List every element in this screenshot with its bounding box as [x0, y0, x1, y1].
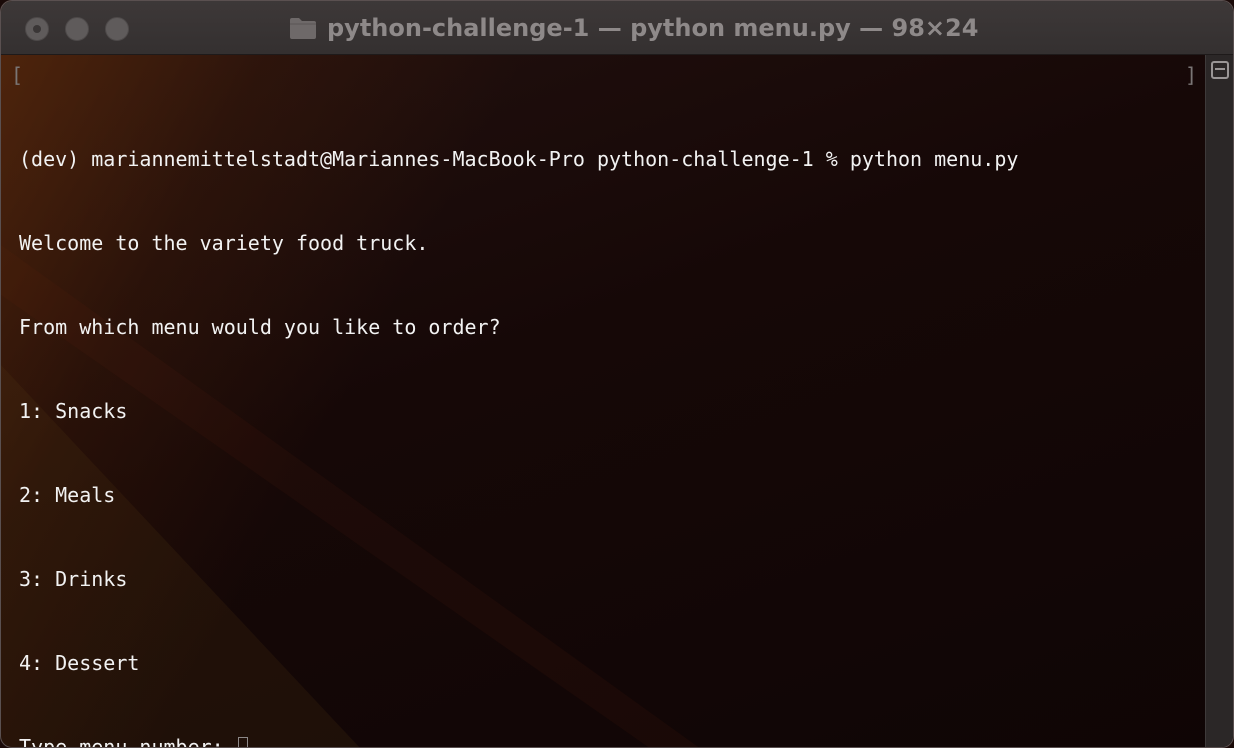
scrollbar-track[interactable] — [1205, 55, 1233, 747]
terminal-line: Welcome to the variety food truck. — [19, 231, 429, 255]
terminal-line: 3: Drinks — [19, 567, 128, 591]
terminal-line: 1: Snacks — [19, 399, 128, 423]
terminal-output[interactable]: [ (dev) mariannemittelstadt@Mariannes-Ma… — [11, 61, 1201, 747]
mark-bracket-right: ] — [1185, 63, 1198, 87]
window-title-text: python-challenge-1 — python menu.py — 98… — [327, 14, 979, 42]
input-prompt: Type menu number: — [19, 735, 236, 748]
close-window-button[interactable] — [25, 17, 49, 41]
terminal-line: 4: Dessert — [19, 651, 140, 675]
title-bar[interactable]: python-challenge-1 — python menu.py — 98… — [1, 1, 1233, 55]
terminal-line: 2: Meals — [19, 483, 116, 507]
terminal-line-command: (dev) mariannemittelstadt@Mariannes-MacB… — [19, 147, 1019, 171]
terminal-window: python-challenge-1 — python menu.py — 98… — [0, 0, 1234, 748]
terminal-line: From which menu would you like to order? — [19, 315, 501, 339]
split-pane-icon[interactable] — [1211, 61, 1229, 79]
window-title: python-challenge-1 — python menu.py — 98… — [289, 13, 978, 43]
terminal-prompt-line[interactable]: Type menu number: — [11, 733, 1201, 748]
zoom-window-button[interactable] — [105, 17, 129, 41]
text-cursor — [237, 737, 248, 747]
folder-icon — [290, 18, 316, 39]
mark-bracket-left: [ — [11, 63, 24, 87]
minimize-window-button[interactable] — [65, 17, 89, 41]
